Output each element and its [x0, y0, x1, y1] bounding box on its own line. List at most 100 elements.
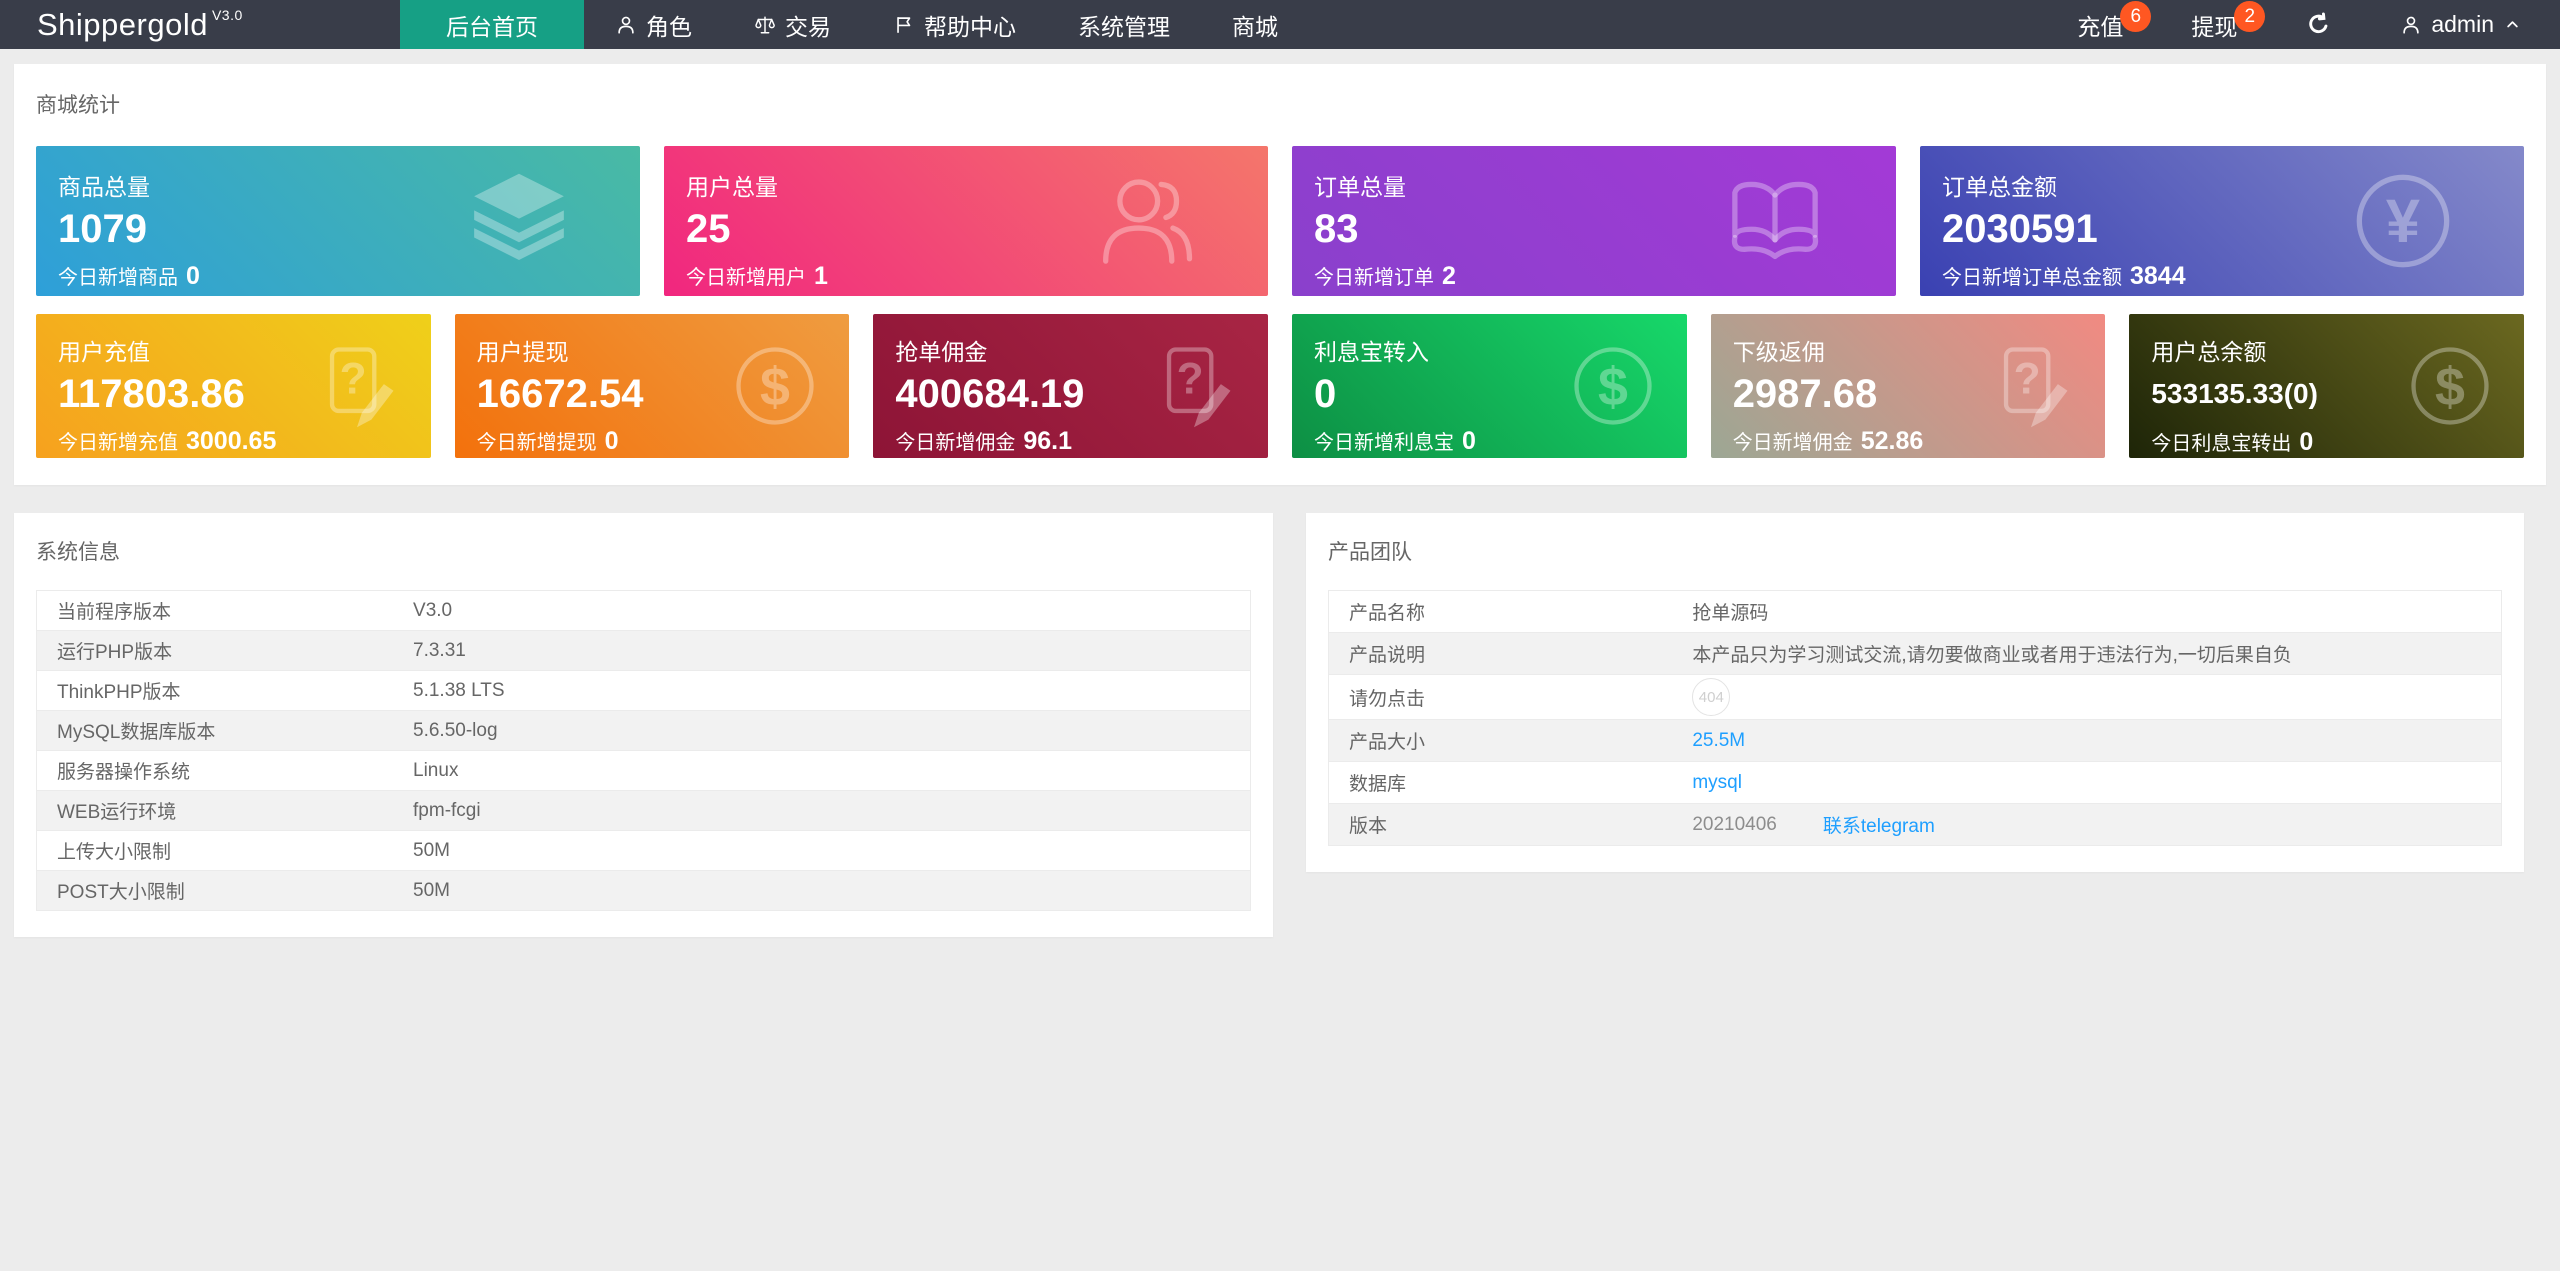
nav-item-home[interactable]: 后台首页	[400, 0, 584, 49]
nav-item-mall[interactable]: 商城	[1201, 0, 1309, 49]
row-label: 版本	[1349, 816, 1388, 837]
row-value: 50M	[413, 839, 450, 861]
stat-card-user-balance: 用户总余额533135.33(0)今日利息宝转出0今日利息宝收益0$	[2129, 314, 2525, 458]
brand-version: V3.0	[211, 7, 243, 23]
nav-item-label: 交易	[785, 13, 831, 40]
nav-item-label: 帮助中心	[924, 13, 1016, 40]
flag-icon	[893, 14, 915, 36]
row-value-text: 抢单源码	[1692, 603, 1769, 624]
user-menu[interactable]: admin	[2366, 0, 2560, 49]
row-label: 服务器操作系统	[57, 762, 191, 783]
row-value-link[interactable]: mysql	[1692, 772, 1742, 794]
system-info-row: 上传大小限制 50M	[37, 831, 1250, 871]
stat-card-user-withdraw: 用户提现16672.54今日新增提现0昨日新增提现0$	[454, 314, 850, 458]
404-circle[interactable]: 404	[1692, 678, 1731, 716]
row-label: 数据库	[1349, 774, 1407, 795]
recharge-button[interactable]: 充值 6	[2043, 0, 2157, 49]
stats-panel: 商城统计 商品总量1079今日新增商品0昨日新增商品0用户总量25今日新增用户1…	[14, 64, 2546, 485]
user-icon	[2400, 14, 2422, 36]
product-team-row: 产品大小 25.5M	[1329, 720, 2501, 762]
nav-item-system[interactable]: 系统管理	[1047, 0, 1201, 49]
docedit-icon: ?	[1146, 338, 1242, 434]
product-team-panel: 产品团队 产品名称 抢单源码产品说明 本产品只为学习测试交流,请勿要做商业或者用于违…	[1306, 513, 2524, 872]
chevron-up-icon	[2503, 15, 2522, 34]
row-value: fpm-fcgi	[413, 799, 481, 821]
svg-text:$: $	[2435, 357, 2465, 417]
users-icon	[1088, 162, 1206, 280]
system-info-row: POST大小限制 50M	[37, 871, 1250, 910]
docedit-icon: ?	[309, 338, 405, 434]
system-info-title: 系统信息	[36, 541, 120, 564]
system-info-row: 当前程序版本 V3.0	[37, 591, 1250, 631]
svg-text:$: $	[760, 357, 790, 417]
row-label: 产品名称	[1349, 603, 1426, 624]
yen-icon: ¥	[2344, 162, 2462, 280]
product-team-row: 版本 20210406 联系telegram	[1329, 804, 2501, 845]
row-value: 7.3.31	[413, 639, 466, 661]
row-label: 产品说明	[1349, 645, 1426, 666]
row-value-link[interactable]: 25.5M	[1692, 730, 1745, 752]
product-team-row: 数据库 mysql	[1329, 762, 2501, 804]
row-label: 请勿点击	[1349, 688, 1426, 710]
row-label: MySQL数据库版本	[57, 722, 216, 743]
product-team-table: 产品名称 抢单源码产品说明 本产品只为学习测试交流,请勿要做商业或者用于违法行为,一…	[1328, 590, 2502, 846]
stats-row-2: 用户充值117803.86今日新增充值3000.65昨日新增充值0?用户提现16…	[36, 314, 2525, 458]
system-info-row: 服务器操作系统 Linux	[37, 751, 1250, 791]
stat-card-orders: 订单总量83今日新增订单2昨日新增订单0	[1292, 146, 1896, 296]
product-team-title: 产品团队	[1328, 541, 1412, 564]
stats-section-title: 商城统计	[36, 94, 120, 117]
recharge-badge: 6	[2120, 1, 2152, 32]
row-label: 当前程序版本	[57, 602, 172, 623]
stat-card-interest-in: 利息宝转入0今日新增利息宝0昨日新增利息宝0$	[1292, 314, 1687, 458]
system-info-table: 当前程序版本 V3.0 运行PHP版本 7.3.31 ThinkPHP版本 5.1.38 …	[36, 590, 1251, 911]
svg-text:?: ?	[1177, 355, 1204, 404]
product-team-row: 请勿点击 404	[1329, 675, 2501, 720]
withdraw-button[interactable]: 提现 2	[2157, 0, 2271, 49]
row-label: 产品大小	[1349, 732, 1426, 753]
nav-item-label: 系统管理	[1078, 13, 1170, 40]
system-info-row: WEB运行环境 fpm-fcgi	[37, 791, 1250, 831]
row-value: 50M	[413, 879, 450, 901]
person-icon	[615, 14, 637, 36]
docedit-icon: ?	[1983, 338, 2079, 434]
svg-text:?: ?	[2014, 355, 2041, 404]
book-icon	[1716, 162, 1834, 280]
system-info-row: ThinkPHP版本 5.1.38 LTS	[37, 671, 1250, 711]
row-label: ThinkPHP版本	[57, 682, 181, 703]
nav-item-help[interactable]: 帮助中心	[862, 0, 1047, 49]
nav-item-trade[interactable]: 交易	[723, 0, 862, 49]
system-info-panel: 系统信息 当前程序版本 V3.0 运行PHP版本 7.3.31 ThinkPHP版本 5.…	[14, 513, 1273, 937]
bottom-panels: 系统信息 当前程序版本 V3.0 运行PHP版本 7.3.31 ThinkPHP版本 5.…	[14, 513, 2546, 937]
product-team-row: 产品名称 抢单源码	[1329, 591, 2501, 633]
dollar-icon: $	[727, 338, 823, 434]
refresh-icon	[2305, 11, 2332, 38]
telegram-link[interactable]: 联系telegram	[1823, 811, 1935, 838]
nav-item-label: 商城	[1232, 13, 1278, 40]
brand-name: Shippergold	[37, 6, 208, 42]
scales-icon	[754, 14, 776, 36]
stat-card-order-commission: 抢单佣金400684.19今日新增佣金96.1昨日新增佣金0?	[873, 314, 1269, 458]
system-info-row: MySQL数据库版本 5.6.50-log	[37, 711, 1250, 751]
refresh-button[interactable]	[2271, 0, 2366, 49]
layers-icon	[460, 162, 578, 280]
stat-card-user-recharge: 用户充值117803.86今日新增充值3000.65昨日新增充值0?	[36, 314, 431, 458]
stat-card-sub-commission: 下级返佣2987.68今日新增佣金52.86昨日新增佣金0?	[1710, 314, 2106, 458]
version-number: 20210406	[1692, 813, 1777, 835]
stat-card-order-amount: 订单总金额2030591今日新增订单总金额3844昨日新增订单总金额0¥	[1920, 146, 2524, 296]
withdraw-badge: 2	[2234, 1, 2266, 32]
row-value: 5.1.38 LTS	[413, 679, 505, 701]
nav-item-roles[interactable]: 角色	[584, 0, 723, 49]
row-label: POST大小限制	[57, 882, 185, 903]
row-label: 运行PHP版本	[57, 642, 173, 663]
withdraw-label: 提现	[2191, 13, 2238, 40]
product-team-row: 产品说明 本产品只为学习测试交流,请勿要做商业或者用于违法行为,一切后果自负	[1329, 633, 2501, 675]
page-content: 商城统计 商品总量1079今日新增商品0昨日新增商品0用户总量25今日新增用户1…	[0, 49, 2560, 937]
row-label: 上传大小限制	[57, 842, 172, 863]
nav-right: 充值 6 提现 2 admin	[2043, 0, 2560, 49]
user-name: admin	[2431, 11, 2494, 37]
recharge-label: 充值	[2077, 13, 2124, 40]
row-value: 5.6.50-log	[413, 719, 498, 741]
stats-row-1: 商品总量1079今日新增商品0昨日新增商品0用户总量25今日新增用户1昨日新增用…	[36, 146, 2524, 296]
dollar-icon: $	[1565, 338, 1661, 434]
svg-text:$: $	[1598, 357, 1628, 417]
